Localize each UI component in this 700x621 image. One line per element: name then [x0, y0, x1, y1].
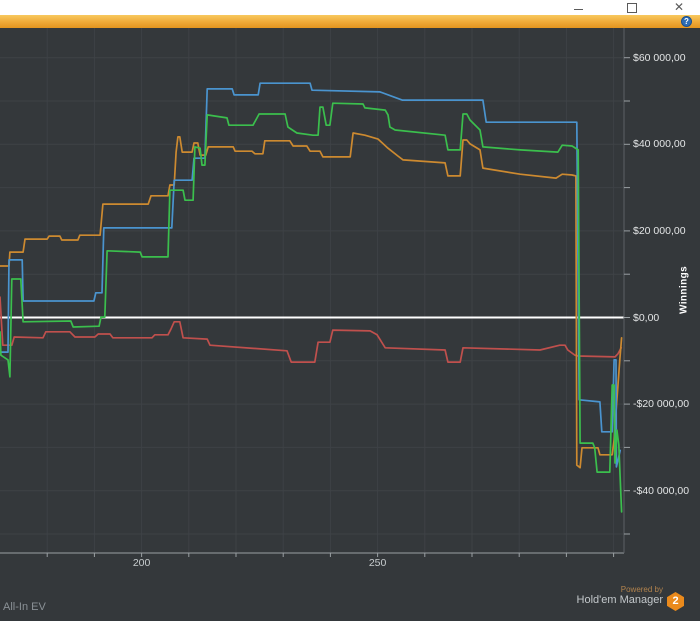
y-axis-label: $0,00 [633, 311, 660, 324]
brand-text: Hold'em Manager [576, 594, 663, 607]
y-axis-label: -$20 000,00 [633, 397, 690, 410]
ribbon-bar [0, 15, 700, 28]
close-icon: ✕ [673, 0, 685, 14]
series-blue-line [0, 82, 622, 468]
y-axis-label: -$40 000,00 [633, 484, 690, 497]
y-axis-label: $60 000,00 [633, 51, 686, 64]
y-axis-label: $20 000,00 [633, 224, 686, 237]
minimize-icon [573, 9, 583, 10]
y-axis-title: Winnings [678, 265, 690, 315]
winnings-chart [0, 28, 630, 557]
x-axis-label: 250 [368, 557, 387, 569]
x-axis-label: 200 [132, 557, 151, 569]
info-icon[interactable]: ? [681, 16, 692, 27]
powered-by-block: Powered by Hold'em Manager [577, 585, 663, 607]
tab-all-in-ev[interactable]: All-In EV [3, 601, 46, 613]
maximize-button[interactable] [617, 0, 647, 15]
powered-by-text: Powered by [620, 585, 663, 594]
maximize-icon [627, 2, 637, 13]
minimize-button[interactable] [563, 0, 593, 15]
title-bar [0, 0, 700, 15]
series-red-line [0, 296, 623, 363]
hm2-graph-window: ✕ ? $60 000,00 $40 000,00 $20 000,00 $0,00 -… [0, 0, 700, 621]
series-green-line [0, 102, 623, 513]
close-button[interactable]: ✕ [664, 0, 694, 15]
y-axis-label: $40 000,00 [633, 138, 686, 151]
